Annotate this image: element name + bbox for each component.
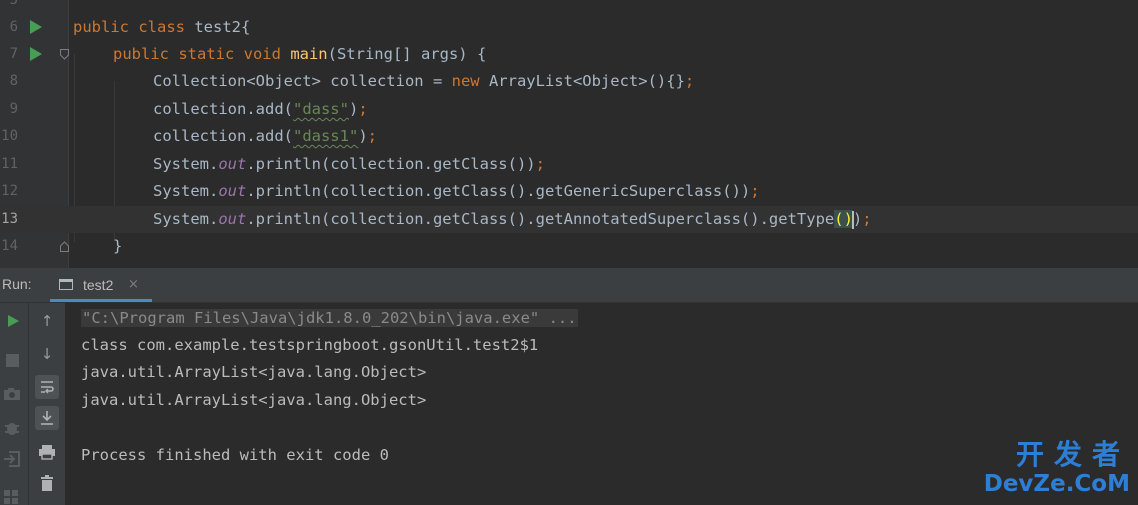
tab-active-indicator	[50, 299, 152, 302]
soft-wrap-icon[interactable]	[35, 375, 59, 399]
tab-title: test2	[83, 277, 114, 293]
code-line: 7 public static void main(String[] args)…	[0, 41, 1138, 68]
debug-icon[interactable]	[3, 419, 21, 437]
line-number: 5	[9, 0, 18, 8]
camera-icon[interactable]	[3, 387, 21, 401]
code-line: 8 Collection<Object> collection = new Ar…	[0, 68, 1138, 95]
code-line: 5	[0, 0, 1138, 14]
run-tool-window-header: Run: test2 ×	[0, 268, 1138, 303]
code-line: 11 System.out.println(collection.getClas…	[0, 151, 1138, 178]
line-number: 6	[9, 19, 18, 35]
run-left-toolbar	[0, 303, 29, 505]
stop-icon[interactable]	[6, 354, 19, 367]
rerun-icon[interactable]	[6, 314, 20, 328]
code-line: 6 public class test2{	[0, 14, 1138, 41]
scroll-down-icon[interactable]: ↓	[35, 342, 59, 366]
console-output-line: java.util.ArrayList<java.lang.Object>	[81, 391, 427, 409]
layout-icon[interactable]	[3, 489, 19, 505]
console-toolbar: ↑ ↓	[29, 303, 66, 505]
code-line-current: 13 System.out.println(collection.getClas…	[0, 206, 1138, 233]
code-text: System.out.println(collection.getClass()…	[153, 182, 760, 200]
run-console: ↑ ↓ "C:\Program Files\Java\jdk1.8.0_202\…	[0, 303, 1138, 505]
tab-close-icon[interactable]: ×	[128, 277, 139, 292]
line-number: 10	[1, 128, 18, 144]
code-text: System.out.println(collection.getClass()…	[153, 210, 872, 229]
line-number: 14	[1, 238, 18, 254]
console-command-line: "C:\Program Files\Java\jdk1.8.0_202\bin\…	[81, 309, 578, 327]
line-number: 7	[9, 46, 18, 62]
run-gutter-icon[interactable]	[30, 20, 42, 34]
print-icon[interactable]	[35, 440, 59, 464]
code-line: 14 }	[0, 233, 1138, 260]
line-number: 9	[9, 101, 18, 117]
console-output-line: java.util.ArrayList<java.lang.Object>	[81, 363, 427, 381]
console-tab-icon	[59, 279, 73, 290]
run-label: Run:	[2, 276, 32, 292]
line-number: 11	[1, 156, 18, 172]
code-line: 12 System.out.println(collection.getClas…	[0, 178, 1138, 205]
scroll-up-icon[interactable]: ↑	[35, 309, 59, 333]
code-text: }	[113, 237, 123, 255]
code-text: collection.add("dass");	[153, 100, 368, 118]
fold-icon[interactable]	[60, 49, 69, 60]
watermark-logo: 开发者 DevZe.CoM	[974, 439, 1130, 499]
code-line: 10 collection.add("dass1");	[0, 123, 1138, 150]
exit-icon[interactable]	[3, 451, 21, 467]
trash-icon[interactable]	[35, 471, 59, 495]
run-tab-test2[interactable]: test2 ×	[50, 268, 152, 302]
fold-end-icon[interactable]	[60, 241, 69, 252]
scroll-to-end-icon[interactable]	[35, 406, 59, 430]
code-text: Collection<Object> collection = new Arra…	[153, 72, 695, 90]
code-line: 9 collection.add("dass");	[0, 96, 1138, 123]
code-text: public class test2{	[73, 18, 251, 36]
console-output-line: class com.example.testspringboot.gsonUti…	[81, 336, 539, 354]
code-editor[interactable]: 5 6 public class test2{ 7 public static …	[0, 0, 1138, 268]
watermark-bottom: DevZe.CoM	[983, 471, 1130, 497]
code-text: public static void main(String[] args) {	[113, 45, 487, 63]
code-text: System.out.println(collection.getClass()…	[153, 155, 545, 173]
line-number: 8	[9, 73, 18, 89]
line-number: 12	[1, 183, 18, 199]
run-gutter-icon[interactable]	[30, 47, 42, 61]
code-text: collection.add("dass1");	[153, 127, 377, 145]
watermark-top: 开发者	[1015, 438, 1130, 471]
line-number: 13	[1, 211, 18, 227]
text-caret	[851, 210, 854, 229]
console-exit-line: Process finished with exit code 0	[81, 446, 389, 464]
